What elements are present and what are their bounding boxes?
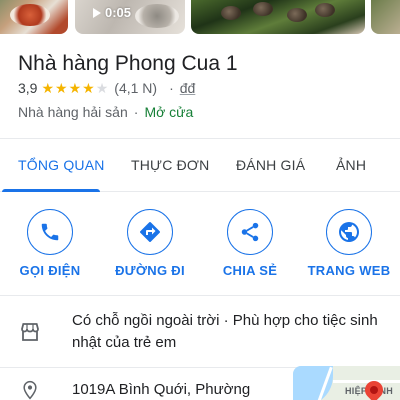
- call-button-label[interactable]: GỌI ĐIỆN: [20, 263, 81, 278]
- category-label: Nhà hàng hải sản: [18, 104, 128, 120]
- star-icon: ★: [68, 80, 82, 96]
- rating-row[interactable]: 3,9 ★ ★ ★ ★ ★ (4,1 N) · đđ: [18, 80, 195, 96]
- video-duration: 0:05: [93, 5, 131, 20]
- directions-icon: [140, 222, 160, 242]
- open-status[interactable]: Mở cửa: [144, 104, 193, 120]
- amenities-row[interactable]: Có chỗ ngồi ngoài trời · Phù hợp cho tiệ…: [0, 296, 400, 368]
- food-image: [221, 6, 241, 20]
- directions-button-circle[interactable]: [127, 209, 173, 255]
- star-icon: ★: [95, 80, 109, 96]
- separator-dot: ·: [133, 104, 139, 120]
- map-road: [333, 380, 400, 383]
- star-rating: ★ ★ ★ ★ ★: [41, 81, 108, 95]
- share-button-circle[interactable]: [227, 209, 273, 255]
- review-count[interactable]: (4,1 N): [114, 80, 157, 96]
- tab-overview[interactable]: TỔNG QUAN: [18, 157, 105, 173]
- separator-dot: ·: [169, 80, 174, 96]
- photo-thumbnail[interactable]: [371, 0, 400, 34]
- food-image: [135, 4, 179, 28]
- share-button-label[interactable]: CHIA SẺ: [223, 263, 277, 278]
- star-icon: ★: [82, 80, 95, 96]
- storefront-icon: [21, 323, 39, 341]
- directions-button[interactable]: ĐƯỜNG ĐI: [105, 209, 195, 278]
- food-image: [287, 8, 307, 22]
- tab-reviews[interactable]: ĐÁNH GIÁ: [236, 157, 305, 173]
- globe-icon: [339, 222, 359, 242]
- address-text: 1019A Bình Quới, Phường: [72, 381, 251, 398]
- food-image: [10, 4, 50, 26]
- location-pin-icon: [23, 380, 37, 400]
- share-icon: [241, 222, 259, 242]
- call-button[interactable]: GỌI ĐIỆN: [5, 209, 95, 278]
- food-image: [253, 2, 273, 16]
- price-level[interactable]: đđ: [180, 80, 196, 96]
- call-button-circle[interactable]: [27, 209, 73, 255]
- action-bar: GỌI ĐIỆN ĐƯỜNG ĐI CHIA SẺ TRANG WEB: [0, 192, 400, 296]
- category-row: Nhà hàng hải sản · Mở cửa: [18, 104, 193, 120]
- directions-button-label[interactable]: ĐƯỜNG ĐI: [115, 263, 185, 278]
- play-icon: [93, 7, 101, 18]
- phone-icon: [41, 223, 59, 241]
- photo-thumbnail[interactable]: [191, 0, 365, 34]
- map-thumbnail[interactable]: HIỆP BÌNH: [293, 366, 400, 400]
- place-title: Nhà hàng Phong Cua 1: [18, 52, 238, 75]
- food-image: [315, 3, 335, 17]
- website-button[interactable]: TRANG WEB: [304, 209, 394, 278]
- video-duration-text: 0:05: [105, 5, 132, 20]
- star-icon: ★: [41, 80, 55, 96]
- photo-strip[interactable]: 0:05: [0, 0, 400, 34]
- share-button[interactable]: CHIA SẺ: [205, 209, 295, 278]
- website-button-circle[interactable]: [326, 209, 372, 255]
- website-button-label[interactable]: TRANG WEB: [308, 263, 391, 278]
- star-icon: ★: [55, 80, 68, 96]
- amenities-text: Có chỗ ngồi ngoài trời · Phù hợp cho tiệ…: [72, 312, 378, 351]
- tab-photos[interactable]: ẢNH: [336, 157, 366, 173]
- tab-bar: TỔNG QUAN THỰC ĐƠN ĐÁNH GIÁ ẢNH: [0, 138, 400, 192]
- rating-value: 3,9: [18, 80, 38, 96]
- photo-thumbnail[interactable]: [0, 0, 68, 34]
- tab-menu[interactable]: THỰC ĐƠN: [131, 157, 209, 173]
